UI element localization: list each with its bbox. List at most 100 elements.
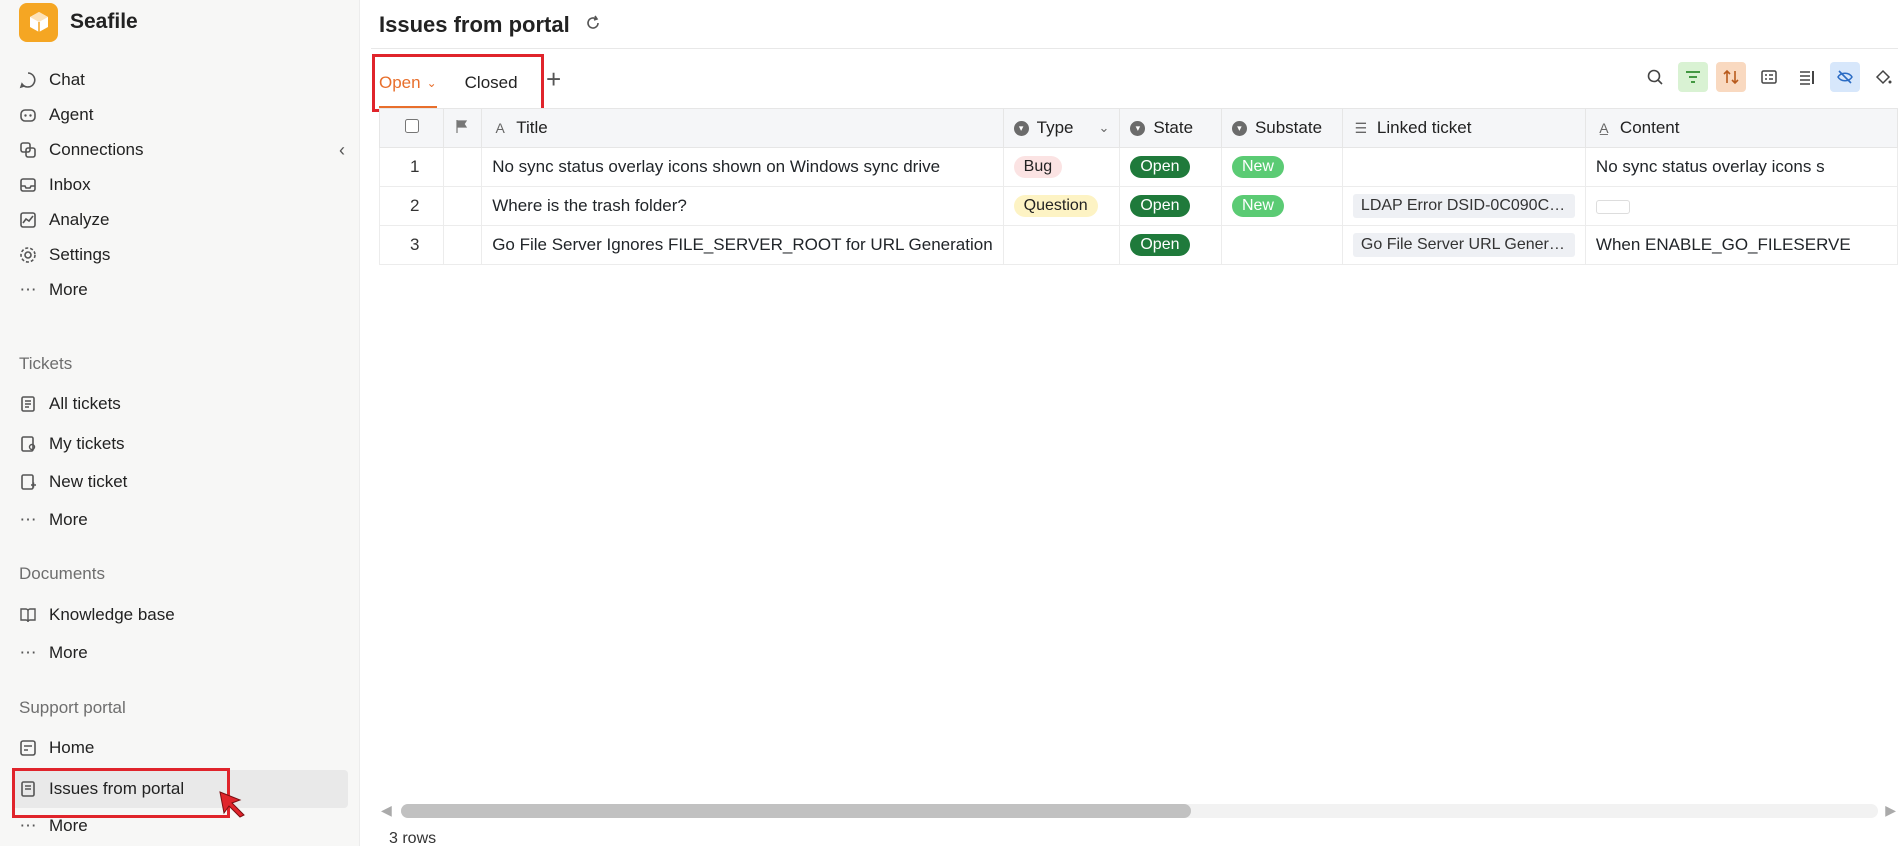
title-cell[interactable]: Where is the trash folder? bbox=[481, 186, 1004, 226]
title-cell[interactable]: Go File Server Ignores FILE_SERVER_ROOT … bbox=[481, 225, 1004, 265]
inbox-icon bbox=[19, 176, 37, 194]
refresh-icon[interactable] bbox=[584, 12, 602, 38]
sidebar-item-label: My tickets bbox=[49, 434, 125, 453]
sort-icon[interactable] bbox=[1716, 62, 1746, 92]
sidebar-item-all-tickets[interactable]: All tickets bbox=[19, 387, 349, 421]
scroll-left-icon[interactable]: ◀ bbox=[381, 802, 392, 819]
sidebar-item-label: More bbox=[49, 643, 88, 662]
linked-ticket-chip[interactable]: Go File Server URL Generati... bbox=[1352, 233, 1575, 257]
sidebar-item-knowledge-base[interactable]: Knowledge base bbox=[19, 598, 349, 632]
sidebar-item-label: Agent bbox=[49, 105, 94, 124]
paint-bucket-icon[interactable] bbox=[1868, 62, 1898, 92]
header-select-all[interactable] bbox=[378, 108, 445, 148]
sidebar-item-chat[interactable]: Chat bbox=[19, 63, 349, 97]
content-cell[interactable] bbox=[1584, 186, 1898, 226]
analyze-icon bbox=[19, 211, 37, 229]
content-cell[interactable]: When ENABLE_GO_FILESERVE bbox=[1584, 225, 1898, 265]
add-view-icon[interactable]: + bbox=[546, 66, 561, 92]
flag-cell[interactable] bbox=[443, 225, 483, 265]
page-title: Issues from portal bbox=[379, 12, 602, 38]
chevron-down-icon[interactable]: ⌄ bbox=[1098, 120, 1109, 136]
type-cell[interactable]: Bug bbox=[1002, 147, 1121, 187]
sidebar-item-label: Connections bbox=[49, 140, 144, 159]
more-icon: ⋯ bbox=[19, 280, 37, 299]
sidebar-item-home[interactable]: Home bbox=[19, 731, 349, 765]
hide-columns-icon[interactable] bbox=[1830, 62, 1860, 92]
linked-ticket-cell[interactable] bbox=[1341, 147, 1586, 187]
sidebar-item-label: Home bbox=[49, 738, 95, 757]
sidebar-item-my-tickets[interactable]: My tickets bbox=[19, 427, 349, 461]
table-header-row: A Title ▾ Type ⌄ ▾ State ▾ Substate ☰ Linked t… bbox=[378, 108, 1898, 148]
type-cell[interactable]: Question bbox=[1002, 186, 1121, 226]
select-all-checkbox[interactable] bbox=[404, 119, 419, 133]
section-title-documents: Documents bbox=[19, 564, 105, 583]
row-height-icon[interactable] bbox=[1792, 62, 1822, 92]
state-cell[interactable]: Open bbox=[1119, 186, 1222, 226]
new-ticket-icon bbox=[19, 473, 37, 491]
header-content[interactable]: A̲ Content bbox=[1584, 108, 1898, 148]
filter-icon[interactable] bbox=[1678, 62, 1708, 92]
scroll-thumb[interactable] bbox=[401, 804, 1191, 818]
title-cell[interactable]: No sync status overlay icons shown on Wi… bbox=[481, 147, 1004, 187]
flag-cell[interactable] bbox=[443, 186, 483, 226]
gear-icon bbox=[19, 246, 37, 264]
substate-cell[interactable]: New bbox=[1220, 186, 1343, 226]
type-cell[interactable] bbox=[1002, 225, 1121, 265]
divider bbox=[371, 48, 1898, 49]
row-number: 1 bbox=[378, 147, 445, 187]
linked-ticket-chip[interactable]: LDAP Error DSID-0C090CDE... bbox=[1352, 194, 1575, 218]
data-grid: A Title ▾ Type ⌄ ▾ State ▾ Substate ☰ Linked t… bbox=[378, 108, 1898, 265]
content-cell[interactable]: No sync status overlay icons s bbox=[1584, 147, 1898, 187]
linked-ticket-cell[interactable]: LDAP Error DSID-0C090CDE... bbox=[1341, 186, 1586, 226]
state-cell[interactable]: Open bbox=[1119, 147, 1222, 187]
section-title-support-portal: Support portal bbox=[19, 698, 126, 717]
state-badge: Open bbox=[1130, 156, 1190, 178]
substate-cell[interactable]: New bbox=[1220, 147, 1343, 187]
sidebar-item-label: More bbox=[49, 510, 88, 529]
brand[interactable]: Seafile bbox=[19, 2, 138, 42]
chevron-left-icon[interactable]: ‹ bbox=[339, 140, 345, 161]
header-substate[interactable]: ▾ Substate bbox=[1220, 108, 1343, 148]
home-icon bbox=[19, 739, 37, 757]
long-text-icon: A̲ bbox=[1599, 120, 1609, 136]
header-title[interactable]: A Title bbox=[481, 108, 1004, 148]
more-icon: ⋯ bbox=[19, 816, 37, 835]
state-badge: Open bbox=[1130, 234, 1190, 256]
sidebar-item-more[interactable]: ⋯ More bbox=[19, 273, 349, 307]
substate-cell[interactable] bbox=[1220, 225, 1343, 265]
sidebar-item-label: Analyze bbox=[49, 210, 110, 229]
cursor-arrow-icon bbox=[219, 791, 245, 818]
flag-cell[interactable] bbox=[443, 147, 483, 187]
main-content: Issues from portal Open ⌄ Closed + A Titl bbox=[361, 0, 1898, 846]
highlight-box bbox=[12, 768, 230, 818]
table-row[interactable]: 3 Go File Server Ignores FILE_SERVER_ROO… bbox=[378, 225, 1898, 265]
table-row[interactable]: 1 No sync status overlay icons shown on … bbox=[378, 147, 1898, 187]
sidebar-item-documents-more[interactable]: ⋯ More bbox=[19, 636, 349, 670]
scroll-track[interactable] bbox=[401, 804, 1878, 818]
search-icon[interactable] bbox=[1640, 62, 1670, 92]
horizontal-scrollbar[interactable]: ◀ ▶ bbox=[379, 800, 1898, 820]
sidebar-item-agent[interactable]: Agent bbox=[19, 98, 349, 132]
flag-icon bbox=[454, 119, 470, 138]
linked-ticket-cell[interactable]: Go File Server URL Generati... bbox=[1341, 225, 1586, 265]
sidebar-item-label: More bbox=[49, 816, 88, 835]
sidebar-item-label: Chat bbox=[49, 70, 85, 89]
state-badge: Open bbox=[1130, 195, 1190, 217]
scroll-right-icon[interactable]: ▶ bbox=[1885, 802, 1896, 819]
state-cell[interactable]: Open bbox=[1119, 225, 1222, 265]
header-type[interactable]: ▾ Type ⌄ bbox=[1002, 108, 1121, 148]
issues-table: A Title ▾ Type ⌄ ▾ State ▾ Substate ☰ Linked t… bbox=[378, 108, 1898, 265]
header-label: Content bbox=[1619, 118, 1680, 137]
sidebar-item-inbox[interactable]: Inbox bbox=[19, 168, 349, 202]
header-linked-ticket[interactable]: ☰ Linked ticket bbox=[1341, 108, 1586, 148]
group-icon[interactable] bbox=[1754, 62, 1784, 92]
sidebar-item-settings[interactable]: Settings bbox=[19, 238, 349, 272]
sidebar-item-analyze[interactable]: Analyze bbox=[19, 203, 349, 237]
substate-badge: New bbox=[1231, 156, 1284, 178]
sidebar-item-connections[interactable]: Connections ‹ bbox=[19, 133, 349, 167]
header-state[interactable]: ▾ State bbox=[1119, 108, 1222, 148]
sidebar-item-tickets-more[interactable]: ⋯ More bbox=[19, 503, 349, 537]
sidebar-item-new-ticket[interactable]: New ticket bbox=[19, 465, 349, 499]
link-record-icon: ☰ bbox=[1354, 119, 1368, 136]
table-row[interactable]: 2 Where is the trash folder? Question Op… bbox=[378, 186, 1898, 226]
